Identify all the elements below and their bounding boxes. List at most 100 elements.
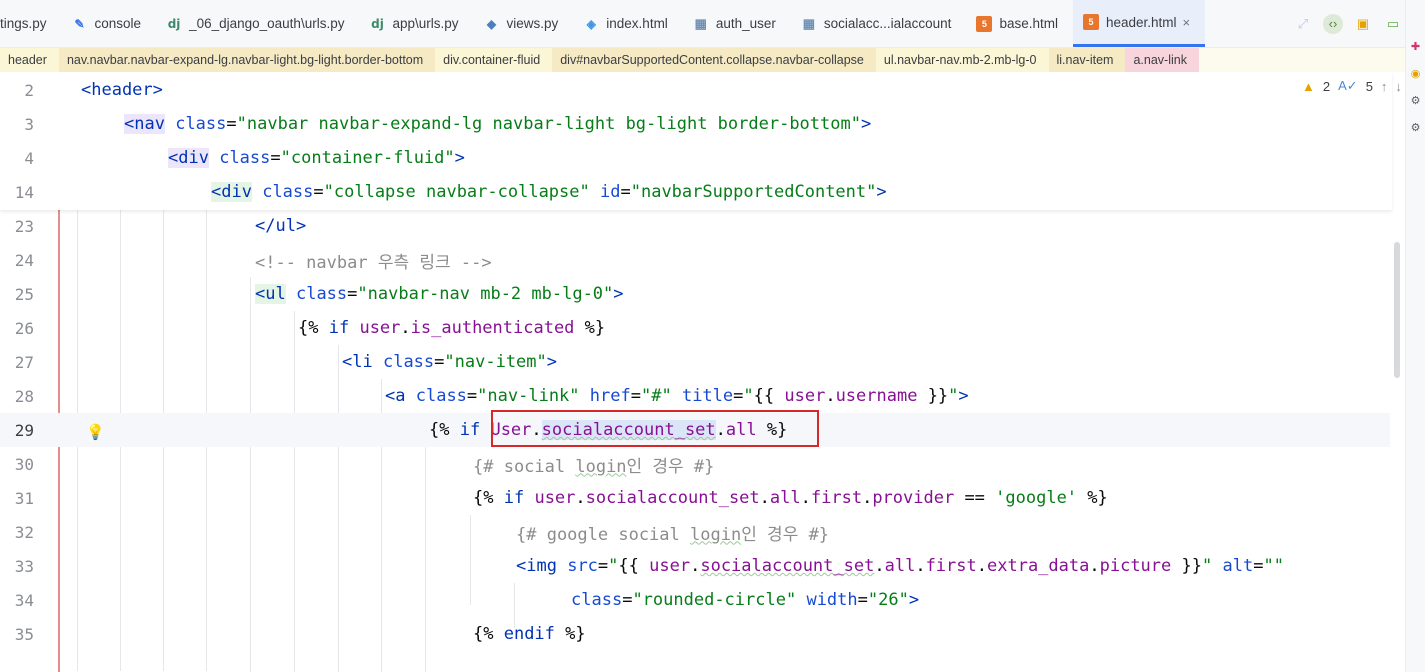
code-view-icon[interactable]: ‹› bbox=[1323, 13, 1343, 34]
tab-5[interactable]: ◈ index.html bbox=[573, 0, 683, 47]
code-token: socialaccount_set bbox=[585, 488, 760, 508]
code-token: > bbox=[860, 114, 872, 134]
tab-7[interactable]: ▦ socialacc...ialaccount bbox=[791, 0, 967, 47]
code-token: id bbox=[600, 182, 621, 202]
code-token: . bbox=[400, 318, 411, 338]
code-token: extra_data bbox=[987, 556, 1090, 576]
code-token: login bbox=[690, 524, 742, 545]
split-view-icon[interactable]: ▭ bbox=[1383, 14, 1403, 34]
tab-2[interactable]: dj _06_django_oauth\urls.py bbox=[156, 0, 359, 47]
tool-window-icon[interactable]: ⚙ bbox=[1411, 94, 1421, 107]
typo-count: 5 bbox=[1365, 78, 1373, 94]
code-token: %} bbox=[574, 318, 606, 338]
code-token: {# google social bbox=[516, 524, 690, 545]
code-token: all bbox=[769, 488, 801, 508]
code-text: <div class="collapse navbar-collapse" id… bbox=[211, 182, 887, 202]
tab-label: views.py bbox=[506, 16, 559, 31]
tab-8[interactable]: 5 base.html bbox=[966, 0, 1073, 47]
tab-6[interactable]: ▦ auth_user bbox=[683, 0, 791, 47]
previous-problem-icon[interactable]: ↑ bbox=[1381, 79, 1388, 94]
code-token: socialaccount_set bbox=[700, 556, 875, 576]
tab-9[interactable]: 5 header.html × bbox=[1072, 0, 1206, 47]
expand-icon[interactable]: ⤢ bbox=[1293, 14, 1313, 34]
tab-0[interactable]: ◆tings.py bbox=[0, 0, 62, 47]
breadcrumb-item[interactable]: a.nav-link bbox=[1125, 48, 1199, 72]
code-token: {% bbox=[429, 420, 460, 440]
code-token: <div bbox=[168, 148, 209, 168]
code-token: first bbox=[810, 488, 863, 508]
code-line[interactable]: 31 {% if user.socialaccount_set.all.first… bbox=[0, 481, 1390, 515]
code-token: <li bbox=[342, 352, 373, 372]
breadcrumb-item[interactable]: nav.navbar.navbar-expand-lg.navbar-light… bbox=[58, 48, 436, 72]
breadcrumb-item[interactable]: header bbox=[0, 48, 59, 72]
next-problem-icon[interactable]: ↓ bbox=[1395, 79, 1402, 94]
code-line[interactable]: 25 <ul class="navbar-nav mb-2 mb-lg-0"> bbox=[0, 277, 1390, 311]
tab-label: socialacc...ialaccount bbox=[823, 16, 952, 31]
code-line[interactable]: 34 class="rounded-circle" width="26"> bbox=[0, 583, 1390, 617]
inspection-widget[interactable]: ▲ 2 A✓ 5 ↑ ↓ bbox=[1302, 78, 1402, 94]
tool-window-icon-2[interactable]: ⚙ bbox=[1411, 121, 1421, 134]
code-token: user bbox=[784, 386, 826, 406]
code-token: }} bbox=[917, 386, 949, 406]
preview-icon[interactable]: ▣ bbox=[1353, 14, 1373, 34]
code-token: title bbox=[681, 386, 734, 406]
code-token: picture bbox=[1099, 556, 1172, 576]
code-line[interactable]: 23 </ul> bbox=[0, 209, 1390, 243]
code-line[interactable]: 14 <div class="collapse navbar-collapse" … bbox=[0, 175, 1390, 209]
code-token: 인 경우 #} bbox=[626, 456, 715, 477]
code-line[interactable]: 33 <img src="{{ user.socialaccount_set.al… bbox=[0, 549, 1390, 583]
code-text: <ul class="navbar-nav mb-2 mb-lg-0"> bbox=[255, 284, 624, 304]
code-line[interactable]: 27 <li class="nav-item"> bbox=[0, 345, 1390, 379]
close-icon[interactable]: × bbox=[1183, 15, 1191, 30]
code-token: > bbox=[958, 386, 969, 406]
code-line[interactable]: 35 {% endif %} bbox=[0, 617, 1390, 651]
code-line[interactable]: 2 <header> bbox=[0, 73, 1390, 107]
plugin-icon[interactable]: ✚ bbox=[1411, 40, 1420, 53]
code-line[interactable]: 28 <a class="nav-link" href="#" title="{{… bbox=[0, 379, 1390, 413]
breadcrumb-item[interactable]: ul.navbar-nav.mb-2.mb-lg-0 bbox=[875, 48, 1049, 72]
code-token: all bbox=[884, 556, 916, 576]
breadcrumb-item[interactable]: li.nav-item bbox=[1048, 48, 1126, 72]
code-line[interactable]: 4 <div class="container-fluid"> bbox=[0, 141, 1390, 175]
code-token: {% bbox=[473, 624, 504, 644]
lightbulb-icon[interactable]: 💡 bbox=[86, 423, 105, 441]
code-line[interactable]: 24 <!-- navbar 우측 링크 --> bbox=[0, 243, 1390, 277]
line-number: 24 bbox=[14, 250, 34, 270]
code-text: <div class="container-fluid"> bbox=[168, 148, 465, 168]
code-token: class bbox=[175, 114, 227, 134]
django-icon: dj bbox=[371, 16, 384, 31]
tab-4[interactable]: ◆ views.py bbox=[474, 0, 574, 47]
annotation-highlight-box bbox=[491, 410, 819, 447]
breadcrumb-item[interactable]: div#navbarSupportedContent.collapse.navb… bbox=[552, 48, 876, 72]
code-token: src bbox=[567, 556, 598, 576]
code-line[interactable]: 32 {# google social login인 경우 #} bbox=[0, 515, 1390, 549]
database-icon[interactable]: ◉ bbox=[1411, 67, 1421, 80]
code-token: = bbox=[434, 352, 445, 372]
code-text: {% endif %} bbox=[473, 624, 586, 644]
code-line[interactable]: 26 {% if user.is_authenticated %} bbox=[0, 311, 1390, 345]
code-token: " bbox=[743, 386, 754, 406]
django-icon: dj bbox=[167, 16, 181, 31]
code-token: if bbox=[459, 420, 481, 440]
tab-1[interactable]: ✎ console bbox=[62, 0, 157, 47]
code-token: = bbox=[733, 386, 744, 406]
breadcrumb-item[interactable]: div.container-fluid bbox=[435, 48, 553, 72]
tab-3[interactable]: dj app\urls.py bbox=[359, 0, 473, 47]
right-tool-strip: ✚ ◉ ⚙ ⚙ bbox=[1405, 0, 1425, 672]
code-token: . bbox=[976, 556, 987, 576]
code-line[interactable]: 3 <nav class="navbar navbar-expand-lg nav… bbox=[0, 107, 1390, 141]
breadcrumb: header nav.navbar.navbar-expand-lg.navbar… bbox=[0, 48, 1405, 72]
code-editor[interactable]: 2 <header> 3 <nav class="navbar navbar-expa… bbox=[0, 72, 1405, 672]
code-line[interactable]: 30 {# social login인 경우 #} bbox=[0, 447, 1390, 481]
editor-scrollbar[interactable] bbox=[1394, 242, 1400, 378]
tab-label: app\urls.py bbox=[392, 16, 459, 31]
line-number: 23 bbox=[14, 216, 34, 236]
